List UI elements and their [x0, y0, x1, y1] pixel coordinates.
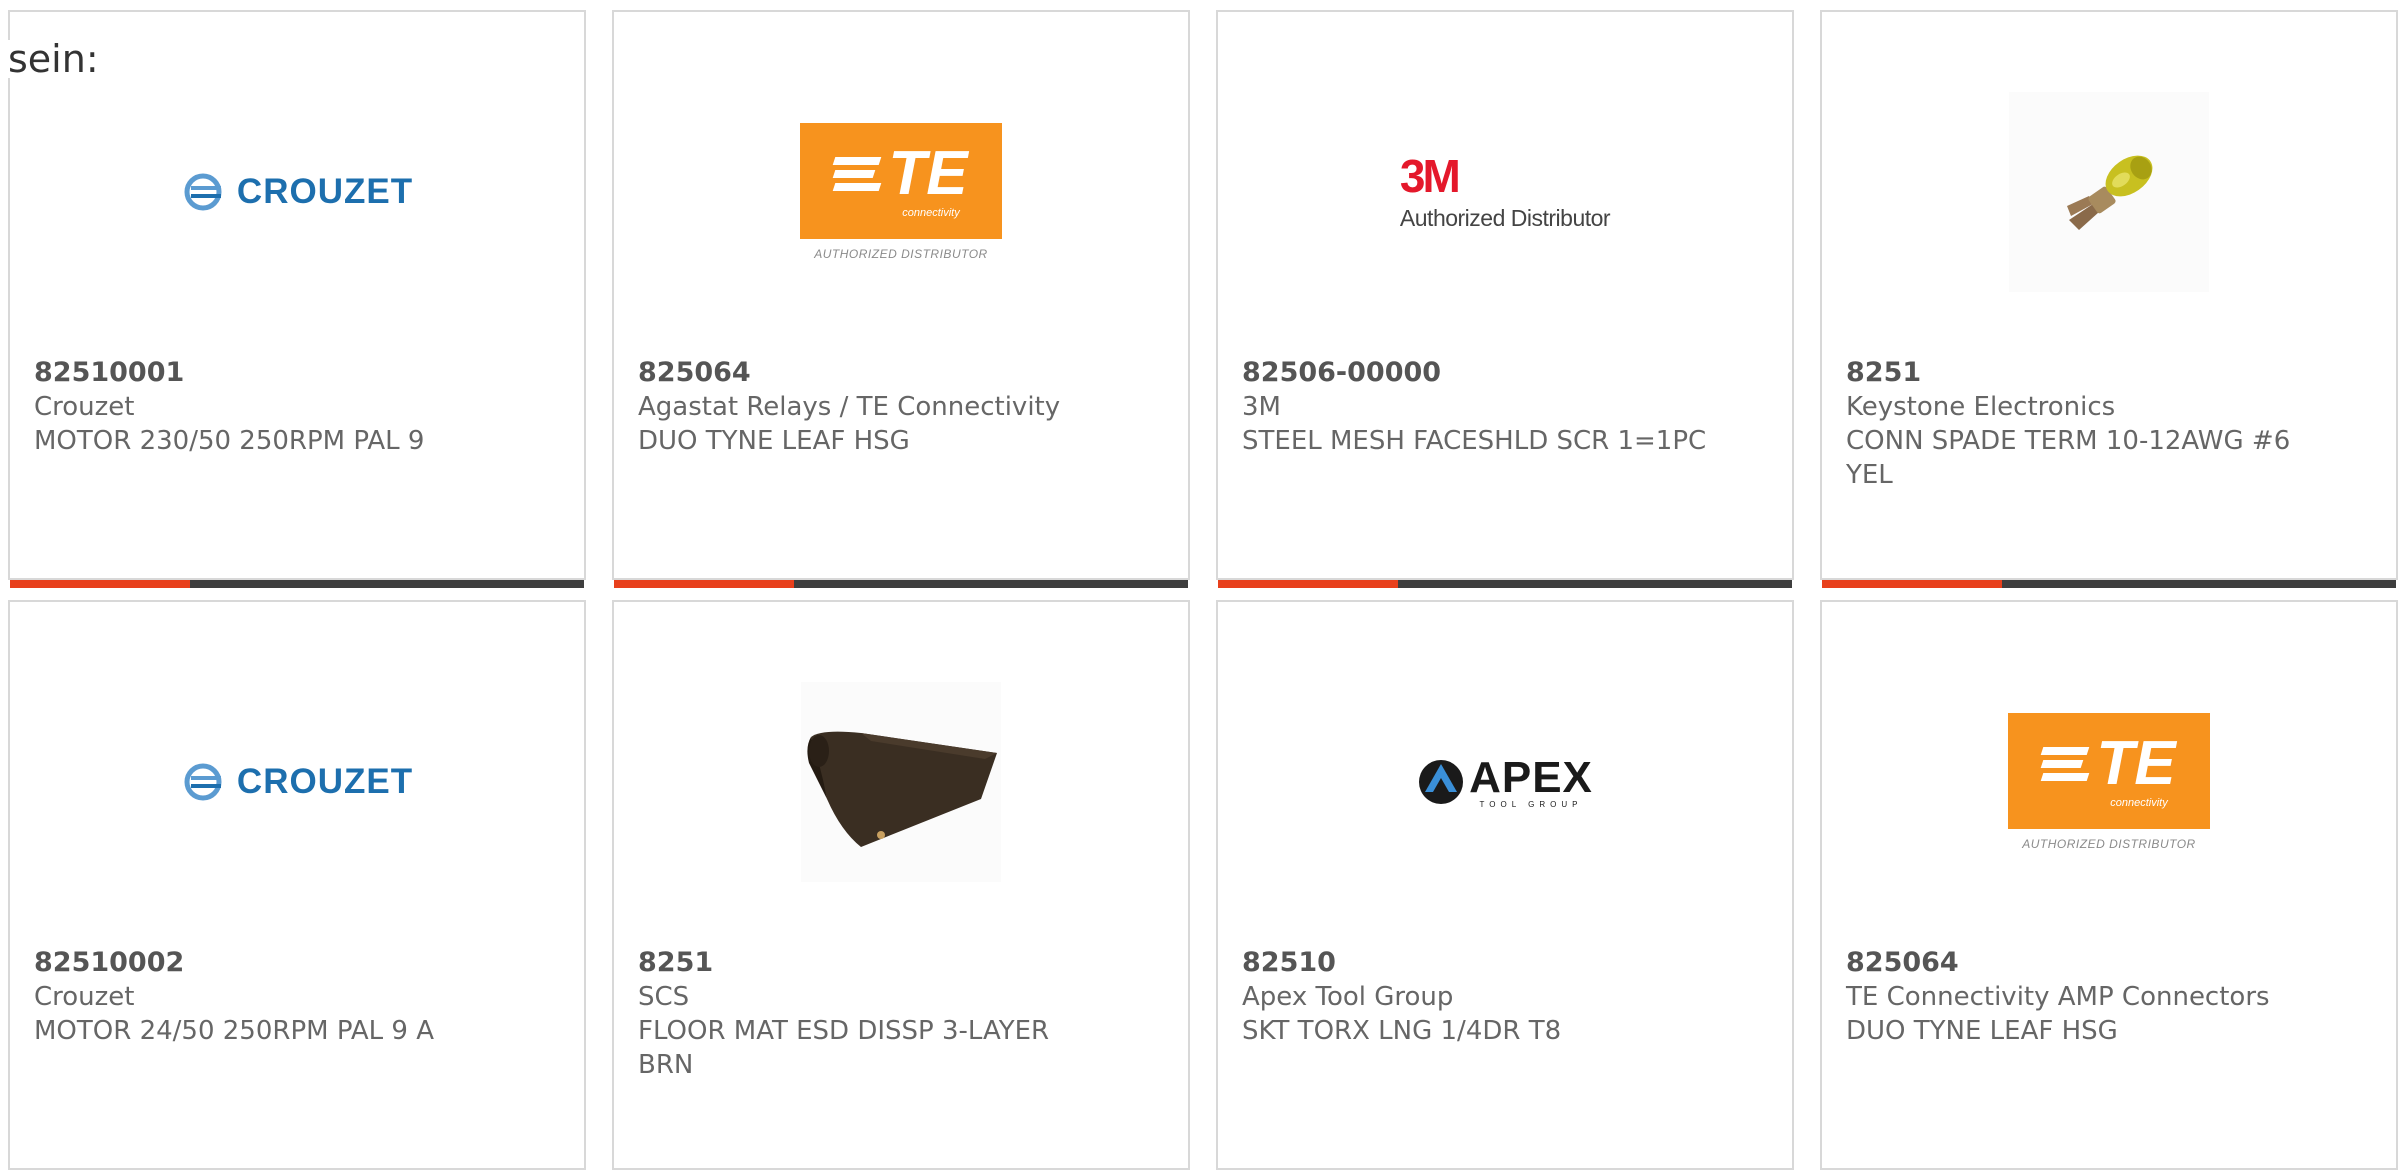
te-logo-text: TE — [888, 139, 968, 208]
product-info: 825064 TE Connectivity AMP Connectors DU… — [1846, 946, 2372, 1048]
product-info: 8251 SCS FLOOR MAT ESD DISSP 3-LAYER BRN — [638, 946, 1164, 1082]
te-logo-sub: connectivity — [902, 207, 960, 219]
product-card[interactable]: TE connectivity AUTHORIZED DISTRIBUTOR 8… — [1820, 600, 2398, 1170]
manufacturer-name: SCS — [638, 982, 690, 1012]
product-image — [614, 672, 1188, 892]
product-info: 82510002 Crouzet MOTOR 24/50 250RPM PAL … — [34, 946, 560, 1048]
product-info: 825064 Agastat Relays / TE Connectivity … — [638, 356, 1164, 458]
apex-logo-sub: TOOL GROUP — [1479, 799, 1583, 809]
product-description: DUO TYNE LEAF HSG — [1846, 1016, 2118, 1046]
product-info: 82510 Apex Tool Group SKT TORX LNG 1/4DR… — [1242, 946, 1768, 1048]
floor-mat-icon — [807, 731, 997, 847]
card-accent-fill — [10, 580, 190, 588]
card-accent-fill — [1822, 580, 2002, 588]
te-logo-caption: AUTHORIZED DISTRIBUTOR — [2022, 837, 2196, 851]
product-description: MOTOR 230/50 250RPM PAL 9 — [34, 426, 425, 456]
apex-logo-text: APEX — [1469, 752, 1593, 802]
manufacturer-name: Crouzet — [34, 392, 135, 422]
te-logo: TE connectivity AUTHORIZED DISTRIBUTOR — [2008, 713, 2210, 851]
manufacturer-name: TE Connectivity AMP Connectors — [1846, 982, 2270, 1012]
product-image — [1822, 82, 2396, 302]
manufacturer-name: 3M — [1242, 392, 1281, 422]
manufacturer-logo: CROUZET — [10, 672, 584, 892]
product-card[interactable]: 3M Authorized Distributor 82506-00000 3M… — [1216, 10, 1794, 588]
part-number[interactable]: 825064 — [1846, 946, 2372, 980]
part-number[interactable]: 8251 — [1846, 356, 2372, 390]
product-card[interactable]: 8251 SCS FLOOR MAT ESD DISSP 3-LAYER BRN — [612, 600, 1190, 1170]
part-number[interactable]: 82510001 — [34, 356, 560, 390]
product-card[interactable]: CROUZET 82510001 Crouzet MOTOR 230/50 25… — [8, 10, 586, 588]
te-logo-sub: connectivity — [2110, 797, 2168, 809]
card-accent-bar — [1218, 580, 1792, 588]
te-logo-text: TE — [2096, 729, 2176, 798]
card-accent-fill — [1218, 580, 1398, 588]
manufacturer-logo: CROUZET — [10, 82, 584, 302]
part-number[interactable]: 82510 — [1242, 946, 1768, 980]
apex-mark-icon — [1419, 760, 1464, 804]
product-description: CONN SPADE TERM 10-12AWG #6 YEL — [1846, 426, 2291, 490]
3m-logo: 3M Authorized Distributor — [1399, 149, 1611, 232]
te-lines-icon — [2041, 747, 2090, 781]
product-description: FLOOR MAT ESD DISSP 3-LAYER BRN — [638, 1016, 1050, 1080]
crouzet-mark-icon — [184, 173, 222, 211]
manufacturer-name: Agastat Relays / TE Connectivity — [638, 392, 1061, 422]
te-logo-caption: AUTHORIZED DISTRIBUTOR — [814, 247, 988, 261]
te-lines-icon — [833, 157, 882, 191]
crouzet-mark-icon — [184, 763, 222, 801]
manufacturer-name: Keystone Electronics — [1846, 392, 2116, 422]
intro-text: sein: — [8, 37, 99, 81]
card-accent-bar — [10, 580, 584, 588]
crouzet-logo-text: CROUZET — [236, 762, 414, 801]
manufacturer-name: Crouzet — [34, 982, 135, 1012]
manufacturer-name: Apex Tool Group — [1242, 982, 1454, 1012]
spade-terminal-icon — [2067, 155, 2153, 230]
product-info: 82510001 Crouzet MOTOR 230/50 250RPM PAL… — [34, 356, 560, 458]
part-number[interactable]: 82506-00000 — [1242, 356, 1768, 390]
product-description: DUO TYNE LEAF HSG — [638, 426, 910, 456]
crouzet-logo-text: CROUZET — [236, 172, 414, 211]
card-accent-bar — [614, 580, 1188, 588]
apex-logo: APEX TOOL GROUP — [1417, 752, 1593, 809]
product-card[interactable]: APEX TOOL GROUP 82510 Apex Tool Group SK… — [1216, 600, 1794, 1170]
part-number[interactable]: 825064 — [638, 356, 1164, 390]
product-card[interactable]: CROUZET 82510002 Crouzet MOTOR 24/50 250… — [8, 600, 586, 1170]
manufacturer-logo: 3M Authorized Distributor — [1218, 82, 1792, 302]
card-accent-bar — [1822, 580, 2396, 588]
product-card[interactable]: 8251 Keystone Electronics CONN SPADE TER… — [1820, 10, 2398, 588]
te-logo-box: TE connectivity — [2008, 713, 2210, 829]
product-card[interactable]: TE connectivity AUTHORIZED DISTRIBUTOR 8… — [612, 10, 1190, 588]
3m-logo-text: 3M — [1399, 149, 1461, 202]
part-number[interactable]: 8251 — [638, 946, 1164, 980]
part-number[interactable]: 82510002 — [34, 946, 560, 980]
manufacturer-logo: APEX TOOL GROUP — [1218, 672, 1792, 892]
product-info: 82506-00000 3M STEEL MESH FACESHLD SCR 1… — [1242, 356, 1768, 458]
3m-logo-caption: Authorized Distributor — [1399, 204, 1611, 231]
crouzet-logo: CROUZET — [181, 172, 413, 212]
te-logo: TE connectivity AUTHORIZED DISTRIBUTOR — [800, 123, 1002, 261]
manufacturer-logo: TE connectivity AUTHORIZED DISTRIBUTOR — [1822, 672, 2396, 892]
card-accent-fill — [614, 580, 794, 588]
te-logo-box: TE connectivity — [800, 123, 1002, 239]
product-info: 8251 Keystone Electronics CONN SPADE TER… — [1846, 356, 2372, 492]
product-description: MOTOR 24/50 250RPM PAL 9 A — [34, 1016, 434, 1046]
manufacturer-logo: TE connectivity AUTHORIZED DISTRIBUTOR — [614, 82, 1188, 302]
crouzet-logo: CROUZET — [181, 762, 413, 802]
product-description: STEEL MESH FACESHLD SCR 1=1PC — [1242, 426, 1707, 456]
product-description: SKT TORX LNG 1/4DR T8 — [1242, 1016, 1562, 1046]
